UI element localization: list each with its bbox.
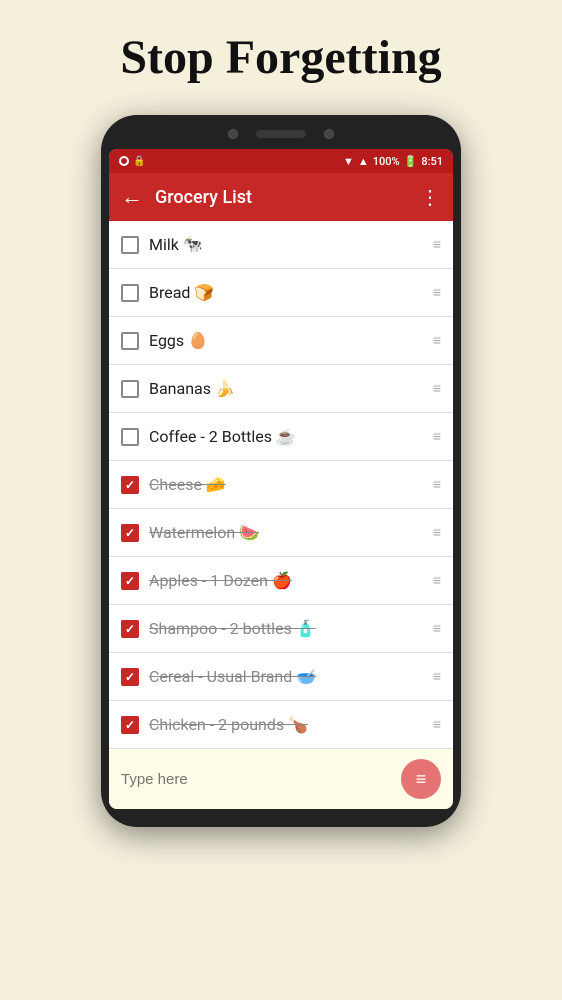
drag-handle-icon[interactable]: ≡ — [433, 332, 441, 349]
item-checkbox[interactable] — [121, 332, 139, 350]
item-checkbox[interactable] — [121, 524, 139, 542]
status-left: 🔒 — [119, 156, 145, 167]
send-button[interactable]: ≡ — [401, 759, 441, 799]
item-checkbox[interactable] — [121, 236, 139, 254]
send-icon: ≡ — [416, 769, 427, 790]
status-bar: 🔒 ▼ ▲ 100% 🔋 8:51 — [109, 149, 453, 173]
signal-icon: ▲ — [358, 155, 369, 168]
list-item: Chicken - 2 pounds 🍗 ≡ — [109, 701, 453, 748]
item-checkbox[interactable] — [121, 572, 139, 590]
drag-handle-icon[interactable]: ≡ — [433, 236, 441, 253]
front-camera — [228, 129, 238, 139]
item-input[interactable] — [121, 771, 401, 788]
battery-percent: 100% — [373, 155, 400, 168]
drag-handle-icon[interactable]: ≡ — [433, 476, 441, 493]
list-item: Shampoo - 2 bottles 🧴 ≡ — [109, 605, 453, 653]
item-checkbox[interactable] — [121, 668, 139, 686]
time-display: 8:51 — [421, 155, 443, 168]
drag-handle-icon[interactable]: ≡ — [433, 524, 441, 541]
drag-handle-icon[interactable]: ≡ — [433, 380, 441, 397]
list-item: Bread 🍞 ≡ — [109, 269, 453, 317]
status-right: ▼ ▲ 100% 🔋 8:51 — [343, 155, 443, 168]
sensor — [324, 129, 334, 139]
item-label: Coffee - 2 Bottles ☕ — [149, 427, 423, 446]
item-label: Watermelon 🍉 — [149, 523, 423, 542]
list-item: Watermelon 🍉 ≡ — [109, 509, 453, 557]
item-checkbox[interactable] — [121, 428, 139, 446]
list-item: Bananas 🍌 ≡ — [109, 365, 453, 413]
status-circle-icon — [119, 156, 129, 166]
list-item: Coffee - 2 Bottles ☕ ≡ — [109, 413, 453, 461]
list-item: Milk 🐄 ≡ — [109, 221, 453, 269]
item-label: Eggs 🥚 — [149, 331, 423, 350]
battery-icon: 🔋 — [404, 155, 418, 168]
drag-handle-icon[interactable]: ≡ — [433, 620, 441, 637]
screen-title: Grocery List — [155, 187, 408, 208]
phone-screen: 🔒 ▼ ▲ 100% 🔋 8:51 ← Grocery List ⋮ Milk … — [109, 149, 453, 809]
page-title: Stop Forgetting — [120, 30, 441, 85]
drag-handle-icon[interactable]: ≡ — [433, 428, 441, 445]
lock-icon: 🔒 — [133, 156, 145, 167]
app-bar: ← Grocery List ⋮ — [109, 173, 453, 221]
list-item: Apples - 1 Dozen 🍎 ≡ — [109, 557, 453, 605]
item-label: Chicken - 2 pounds 🍗 — [149, 715, 423, 734]
item-checkbox[interactable] — [121, 380, 139, 398]
list-item: Cheese 🧀 ≡ — [109, 461, 453, 509]
item-label: Bread 🍞 — [149, 283, 423, 302]
item-label: Bananas 🍌 — [149, 379, 423, 398]
item-label: Apples - 1 Dozen 🍎 — [149, 571, 423, 590]
grocery-list: Milk 🐄≡Bread 🍞≡Eggs 🥚≡Bananas 🍌≡Coffee -… — [109, 221, 453, 748]
item-label: Cheese 🧀 — [149, 475, 423, 494]
item-label: Cereal - Usual Brand 🥣 — [149, 667, 423, 686]
item-checkbox[interactable] — [121, 284, 139, 302]
phone-frame: 🔒 ▼ ▲ 100% 🔋 8:51 ← Grocery List ⋮ Milk … — [101, 115, 461, 827]
phone-speaker — [256, 130, 306, 138]
drag-handle-icon[interactable]: ≡ — [433, 284, 441, 301]
phone-top-bar — [109, 129, 453, 139]
item-checkbox[interactable] — [121, 620, 139, 638]
list-item: Cereal - Usual Brand 🥣 ≡ — [109, 653, 453, 701]
item-checkbox[interactable] — [121, 476, 139, 494]
back-button[interactable]: ← — [121, 184, 143, 210]
input-bar: ≡ — [109, 748, 453, 809]
drag-handle-icon[interactable]: ≡ — [433, 668, 441, 685]
overflow-menu-button[interactable]: ⋮ — [420, 185, 441, 209]
item-label: Milk 🐄 — [149, 235, 423, 254]
item-checkbox[interactable] — [121, 716, 139, 734]
drag-handle-icon[interactable]: ≡ — [433, 716, 441, 733]
list-item: Eggs 🥚 ≡ — [109, 317, 453, 365]
wifi-icon: ▼ — [343, 155, 354, 168]
drag-handle-icon[interactable]: ≡ — [433, 572, 441, 589]
item-label: Shampoo - 2 bottles 🧴 — [149, 619, 423, 638]
